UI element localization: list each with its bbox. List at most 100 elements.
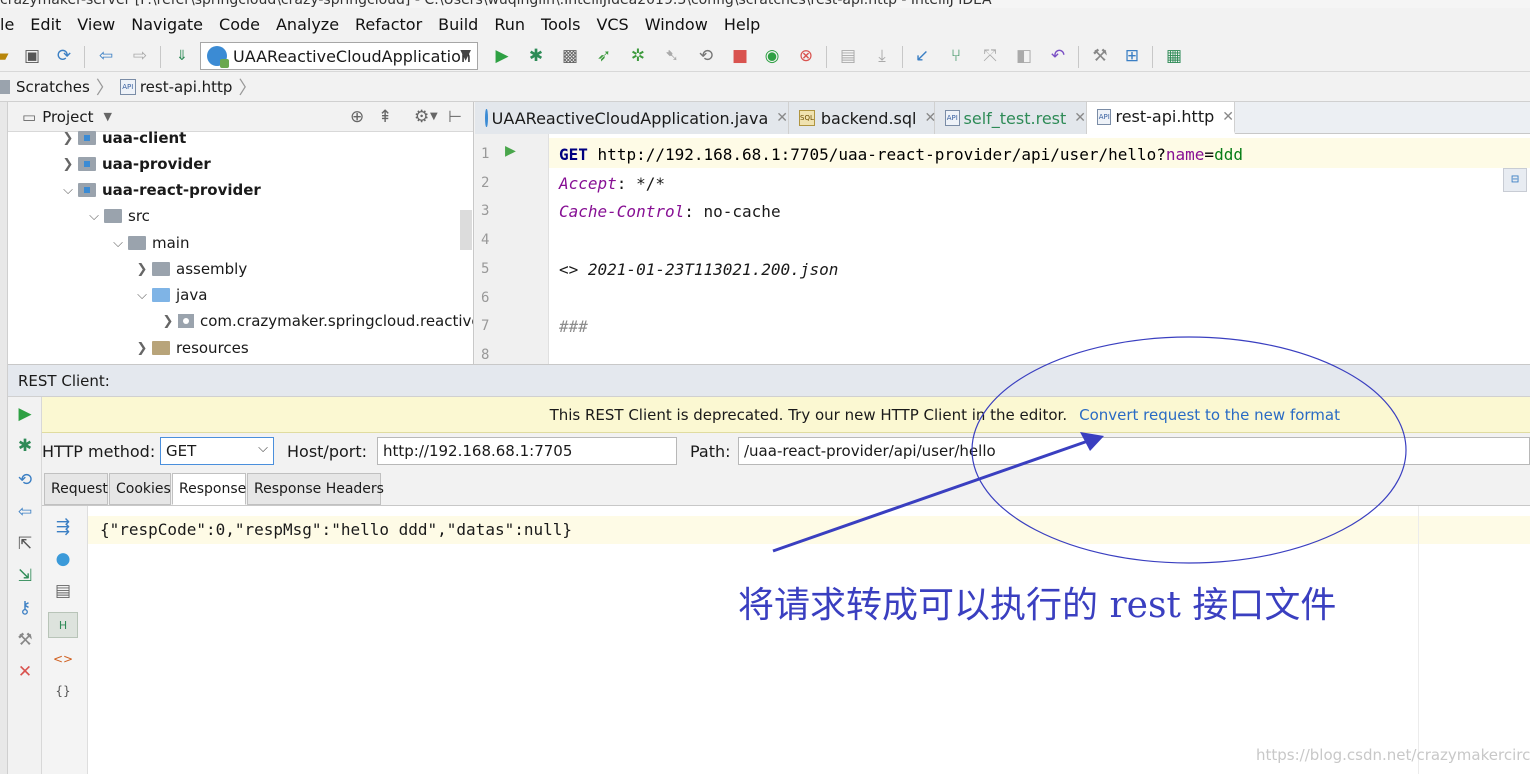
response-body[interactable]: {"respCode":0,"respMsg":"hello ddd","dat… [88,506,1530,774]
settings-wrench-icon[interactable]: ⚒ [1088,44,1112,68]
close-icon[interactable]: ✕ [1074,110,1086,126]
tab-request[interactable]: Request [44,473,108,505]
menu-help[interactable]: Help [724,15,760,34]
tree-item-package[interactable]: ❯ com.crazymaker.springcloud.reactive [158,308,473,334]
menu-window[interactable]: Window [645,15,708,34]
pull-icon[interactable]: ↙ [910,44,934,68]
close-icon[interactable]: ✕ [776,110,788,126]
html-view-icon[interactable]: H [48,612,78,638]
key-icon[interactable]: ⚷ [14,597,36,619]
tab-rest-api-http[interactable]: API rest-api.http ✕ [1087,102,1235,134]
run-jrebel-icon[interactable]: ➶ [592,44,616,68]
chevron-down-icon[interactable]: ⌵ [58,183,78,198]
profile-icon[interactable]: ➷ [660,44,684,68]
path-input[interactable]: /uaa-react-provider/api/user/hello [738,437,1530,465]
chevron-down-icon[interactable]: ⌵ [132,288,152,303]
collapse-all-icon[interactable]: ⇞ [378,107,392,127]
save-icon[interactable]: ▣ [20,44,44,68]
chevron-down-icon[interactable]: ⌵ [108,236,128,251]
breadcrumb-rest-api-file[interactable]: rest-api.http [140,78,233,96]
chevron-right-icon[interactable]: ❯ [58,131,78,146]
run-configuration-select[interactable]: UAAReactiveCloudApplication ▼ [200,42,478,70]
tree-item-uaa-react-provider[interactable]: ⌵ uaa-react-provider [58,177,261,203]
menu-edit[interactable]: Edit [30,15,61,34]
stop-icon[interactable]: ■ [728,44,752,68]
code-editor[interactable]: 1 ▶ 2 3 4 5 6 7 8 GET http://192.168.68.… [475,134,1530,364]
replace-icon[interactable]: ⟲ [14,469,36,491]
tree-item-java[interactable]: ⌵ java [132,282,207,308]
locate-icon[interactable]: ⊕ [350,107,364,127]
run-icon[interactable]: ▶ [490,44,514,68]
merge-icon[interactable]: ⤧ [978,44,1002,68]
globe-icon[interactable]: ● [52,548,74,570]
settings-wrench-icon[interactable]: ⚒ [14,629,36,651]
coverage-icon[interactable]: ▩ [558,44,582,68]
menu-build[interactable]: Build [438,15,478,34]
rebuild-icon[interactable]: ⊗ [794,44,818,68]
tab-response-headers[interactable]: Response Headers [247,473,384,505]
vcs-commit-icon[interactable]: ⤓ [870,44,894,68]
host-port-input[interactable]: http://192.168.68.1:7705 [377,437,677,465]
tree-item-uaa-client[interactable]: ❯ uaa-client [58,126,187,150]
chevron-right-icon[interactable]: ❯ [58,157,78,172]
chevron-right-icon[interactable]: ❯ [132,262,152,277]
revert-icon[interactable]: ↶ [1046,44,1070,68]
close-icon[interactable]: ✕ [14,661,36,683]
history-icon[interactable]: ◧ [1012,44,1036,68]
convert-request-link[interactable]: Convert request to the new format [1079,406,1340,424]
sync-icon[interactable]: ⟳ [52,44,76,68]
build-icon[interactable]: ⇓ [170,44,194,68]
import-icon[interactable]: ⇲ [14,565,36,587]
forward-icon[interactable]: ⇨ [128,44,152,68]
tree-item-src[interactable]: ⌵ src [84,203,150,229]
debug-jrebel-icon[interactable]: ✲ [626,44,650,68]
menu-vcs[interactable]: VCS [596,15,628,34]
left-tool-strip[interactable] [0,102,8,774]
menu-tools[interactable]: Tools [541,15,580,34]
tab-backend-sql[interactable]: SQL backend.sql ✕ [789,102,936,134]
project-panel-title[interactable]: Project [42,108,93,126]
tab-cookies[interactable]: Cookies [109,473,171,505]
json-view-icon[interactable]: {} [52,680,74,702]
menu-code[interactable]: Code [219,15,260,34]
close-icon[interactable]: ✕ [1222,109,1234,125]
menu-navigate[interactable]: Navigate [131,15,203,34]
menu-refactor[interactable]: Refactor [355,15,422,34]
tree-item-main[interactable]: ⌵ main [108,230,189,256]
project-scrollbar[interactable] [460,210,472,250]
breadcrumb-scratches[interactable]: Scratches [16,78,90,96]
tree-item-resources[interactable]: ❯ resources [132,335,249,361]
chevron-down-icon[interactable]: ⌵ [84,209,104,224]
debug-icon[interactable]: ✱ [524,44,548,68]
plugin-icon[interactable]: ▦ [1162,44,1186,68]
vcs-update-icon[interactable]: ▤ [836,44,860,68]
chevron-down-icon[interactable]: ▼ [104,110,112,123]
chevron-right-icon[interactable]: ❯ [158,314,178,329]
tab-response[interactable]: Response [172,473,246,505]
tree-item-assembly[interactable]: ❯ assembly [132,256,248,282]
chevron-down-icon[interactable]: ▼ [430,111,438,122]
menu-file[interactable]: le [0,15,14,34]
export-icon[interactable]: ⇱ [14,533,36,555]
attach-debugger-icon[interactable]: ⟲ [694,44,718,68]
wrap-icon[interactable]: ⇶ [52,516,74,538]
back-icon[interactable]: ⇦ [94,44,118,68]
http-method-select[interactable]: GET ⌵ [160,437,274,465]
project-structure-icon[interactable]: ⊞ [1120,44,1144,68]
menu-view[interactable]: View [77,15,115,34]
text-file-icon[interactable]: ▤ [52,580,74,602]
menu-analyze[interactable]: Analyze [276,15,339,34]
debug-icon[interactable]: ✱ [14,435,36,457]
tree-item-uaa-provider[interactable]: ❯ uaa-provider [58,151,211,177]
tab-uaa-reactive-cloud-application[interactable]: UAAReactiveCloudApplication.java ✕ [475,102,789,134]
run-request-icon[interactable]: ▶ [505,140,516,161]
back-icon[interactable]: ⇦ [14,501,36,523]
convert-to-request-icon[interactable]: ⊟ [1503,168,1527,192]
tab-self-test-rest[interactable]: API self_test.rest ✕ [935,102,1087,134]
gear-icon[interactable]: ⚙ [414,107,429,127]
branches-icon[interactable]: ⑂ [944,44,968,68]
open-folder-icon[interactable]: ▰ [0,44,14,68]
menu-run[interactable]: Run [494,15,525,34]
update-app-icon[interactable]: ◉ [760,44,784,68]
hide-panel-icon[interactable]: ⊢ [448,107,462,126]
